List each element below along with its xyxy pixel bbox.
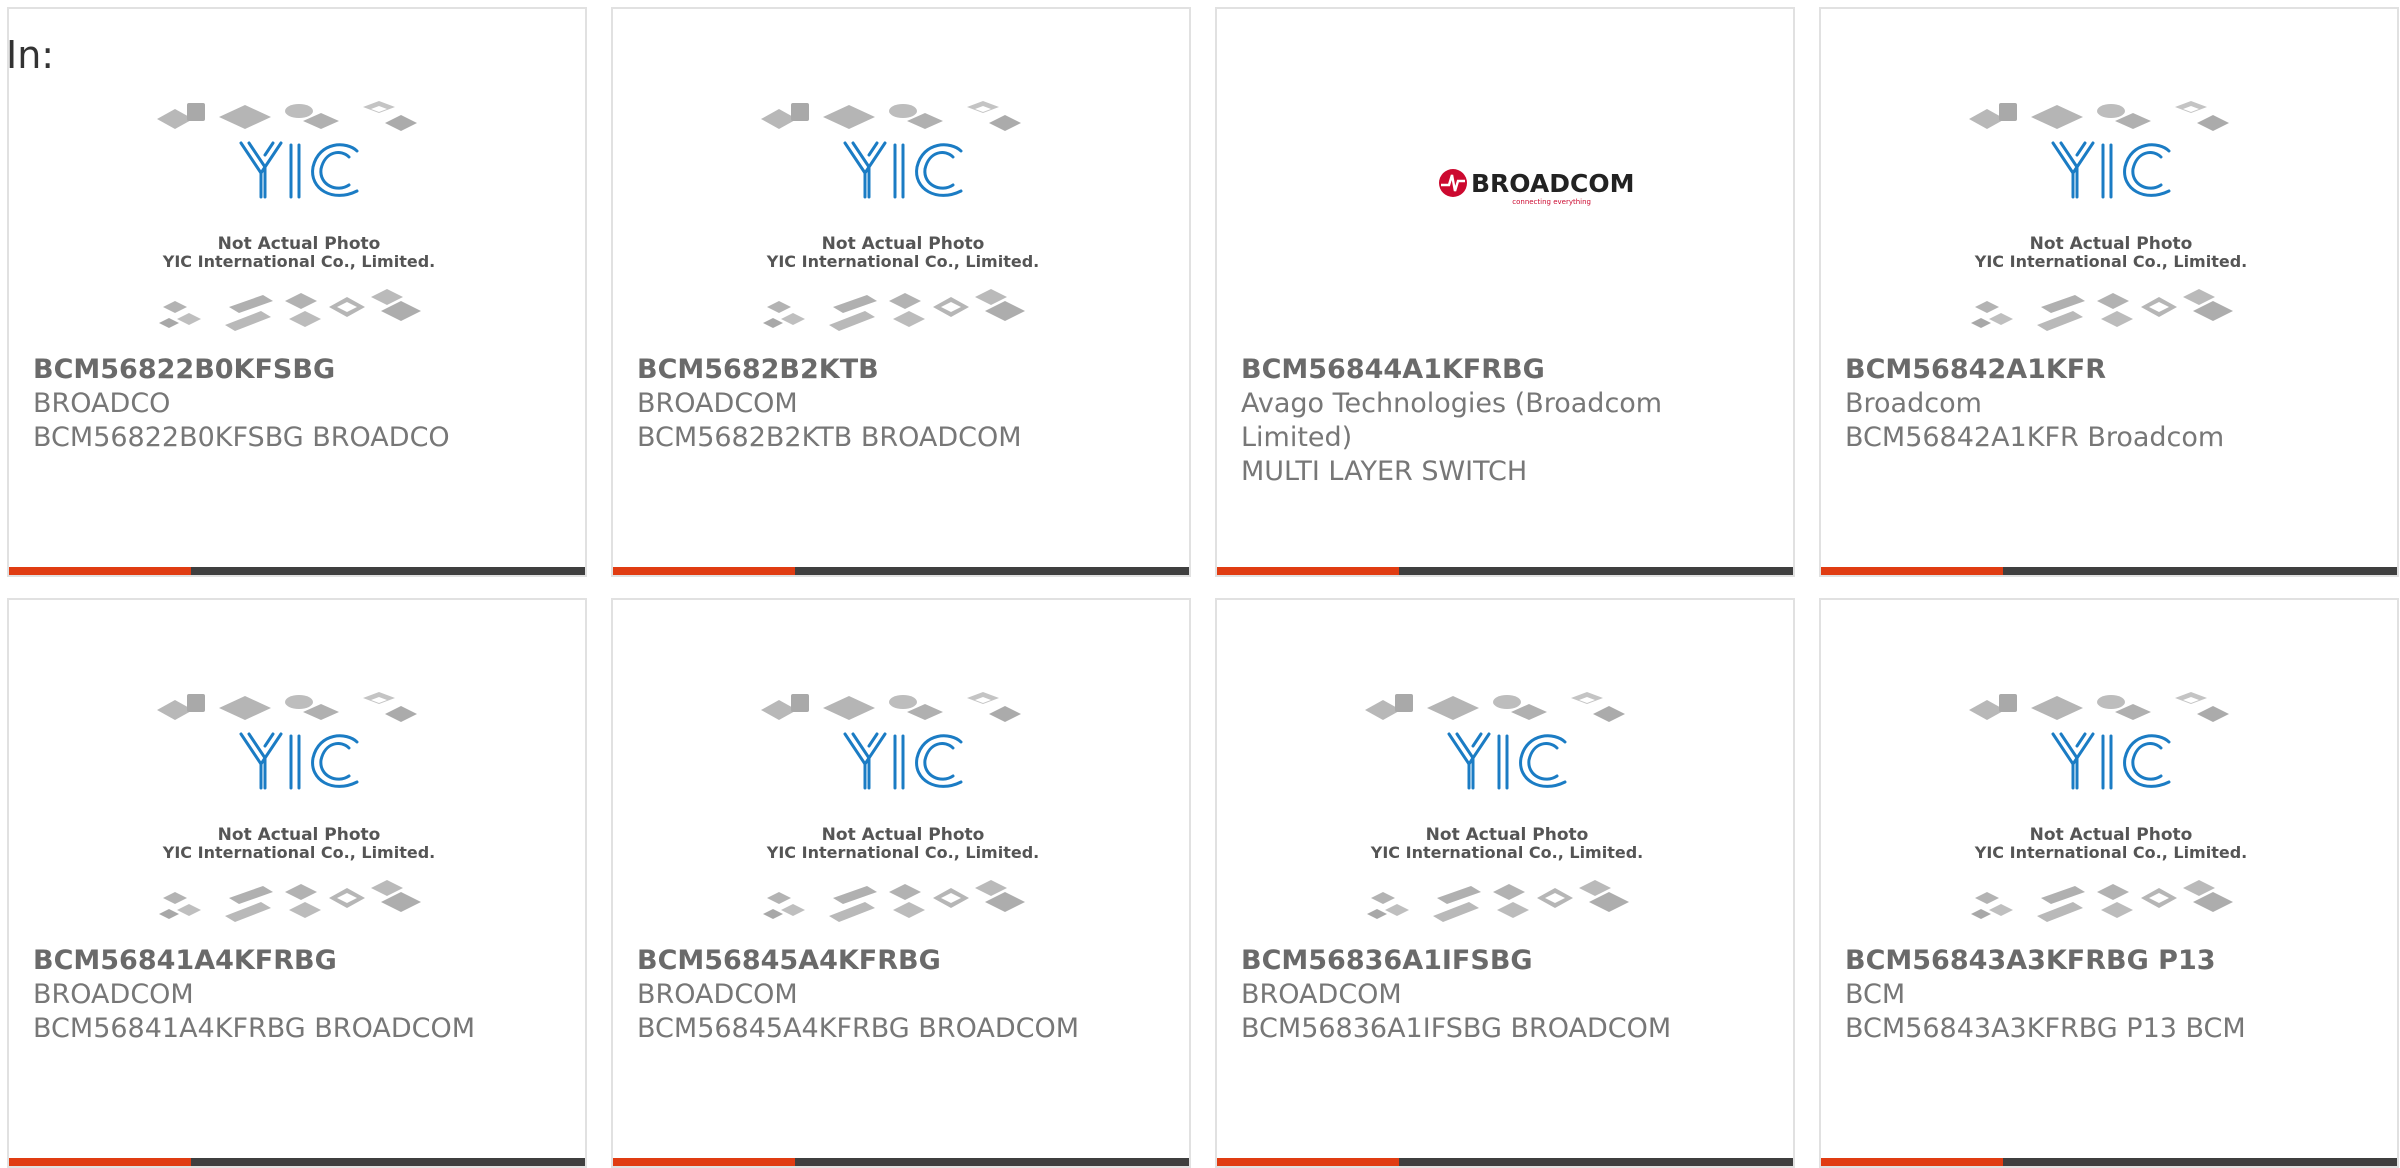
card-bottom-bar [613,1158,1189,1166]
manufacturer: Broadcom [1845,388,1982,419]
placeholder-caption: Not Actual Photo [2030,825,2193,845]
part-number[interactable]: BCM56836A1IFSBG [1241,944,1769,978]
chip-placeholder-image: Not Actual Photo YIC International Co., … [155,99,435,333]
placeholder-company: YIC International Co., Limited. [766,252,1039,271]
part-number[interactable]: BCM56843A3KFRBG P13 [1845,944,2373,978]
placeholder-company: YIC International Co., Limited. [1974,252,2247,271]
description: MULTI LAYER SWITCH [1241,456,1528,487]
part-number[interactable]: BCM56845A4KFRBG [637,944,1165,978]
card-bottom-bar [1217,567,1793,575]
product-card[interactable]: Not Actual Photo YIC International Co., … [611,598,1191,1168]
placeholder-caption: Not Actual Photo [822,234,985,254]
card-bottom-bar [1217,1158,1793,1166]
chip-placeholder-image: Not Actual Photo YIC International Co., … [155,690,435,924]
manufacturer: BCM [1845,979,1906,1010]
broadcom-logo-tagline: connecting everything [1512,198,1591,206]
description: BCM56841A4KFRBG BROADCOM [33,1013,476,1044]
card-bottom-bar [1821,1158,2397,1166]
description: BCM56842A1KFR Broadcom [1845,422,2225,453]
product-card[interactable]: Not Actual Photo YIC International Co., … [1819,7,2399,577]
placeholder-caption: Not Actual Photo [1426,825,1589,845]
broadcom-logo-image: BROADCOM connecting everything [1439,169,1634,206]
card-bottom-bar [613,567,1189,575]
placeholder-company: YIC International Co., Limited. [766,843,1039,862]
in-label: In: [6,33,55,77]
description: BCM5682B2KTB BROADCOM [637,422,1022,453]
part-number[interactable]: BCM56822B0KFSBG [33,353,561,387]
broadcom-logo-text: BROADCOM [1471,169,1634,198]
product-card[interactable]: Not Actual Photo YIC International Co., … [7,7,587,577]
description: BCM56822B0KFSBG BROADCO [33,422,450,453]
product-card[interactable]: Not Actual Photo YIC International Co., … [1215,598,1795,1168]
manufacturer: BROADCOM [637,388,798,419]
card-bottom-bar [9,1158,585,1166]
manufacturer: BROADCOM [1241,979,1402,1010]
placeholder-caption: Not Actual Photo [218,825,381,845]
product-card[interactable]: Not Actual Photo YIC International Co., … [1819,598,2399,1168]
part-number[interactable]: BCM56841A4KFRBG [33,944,561,978]
placeholder-company: YIC International Co., Limited. [1974,843,2247,862]
product-card[interactable]: BROADCOM connecting everything BCM56844A… [1215,7,1795,577]
placeholder-company: YIC International Co., Limited. [162,252,435,271]
placeholder-caption: Not Actual Photo [822,825,985,845]
chip-placeholder-image: Not Actual Photo YIC International Co., … [759,690,1039,924]
description: BCM56836A1IFSBG BROADCOM [1241,1013,1672,1044]
placeholder-caption: Not Actual Photo [218,234,381,254]
part-number[interactable]: BCM5682B2KTB [637,353,1165,387]
placeholder-company: YIC International Co., Limited. [162,843,435,862]
manufacturer: BROADCOM [637,979,798,1010]
placeholder-company: YIC International Co., Limited. [1370,843,1643,862]
chip-placeholder-image: Not Actual Photo YIC International Co., … [1967,690,2247,924]
manufacturer: BROADCO [33,388,171,419]
manufacturer: Avago Technologies (Broadcom Limited) [1241,388,1663,453]
product-card[interactable]: Not Actual Photo YIC International Co., … [611,7,1191,577]
chip-placeholder-image: Not Actual Photo YIC International Co., … [1967,99,2247,333]
chip-placeholder-image: Not Actual Photo YIC International Co., … [759,99,1039,333]
chip-placeholder-image: Not Actual Photo YIC International Co., … [1363,690,1643,924]
card-bottom-bar [1821,567,2397,575]
product-grid: Not Actual Photo YIC International Co., … [7,7,2399,1168]
placeholder-caption: Not Actual Photo [2030,234,2193,254]
description: BCM56845A4KFRBG BROADCOM [637,1013,1080,1044]
manufacturer: BROADCOM [33,979,194,1010]
card-bottom-bar [9,567,585,575]
part-number[interactable]: BCM56844A1KFRBG [1241,353,1769,387]
part-number[interactable]: BCM56842A1KFR [1845,353,2373,387]
description: BCM56843A3KFRBG P13 BCM [1845,1013,2246,1044]
product-card[interactable]: Not Actual Photo YIC International Co., … [7,598,587,1168]
